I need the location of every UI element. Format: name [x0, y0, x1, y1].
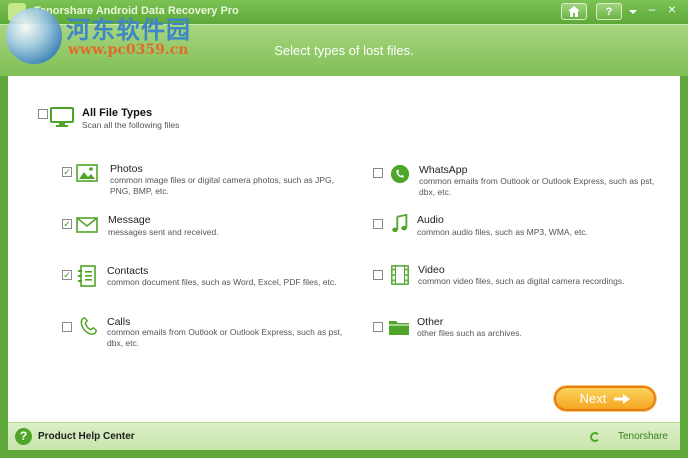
app-logo-icon: [8, 3, 26, 21]
help-icon: ?: [605, 5, 613, 18]
all-types-label: All File Types: [82, 107, 153, 119]
minimize-button[interactable]: –: [643, 2, 661, 16]
other-title: Other: [417, 316, 444, 328]
arrow-right-icon: [614, 393, 631, 404]
main-panel: All File Types Scan all the following fi…: [8, 76, 680, 422]
question-icon[interactable]: ?: [15, 428, 32, 445]
header-banner: Select types of lost files.: [0, 24, 688, 76]
video-checkbox[interactable]: [373, 270, 383, 280]
contacts-icon: [78, 265, 96, 287]
window-title: Tenorshare Android Data Recovery Pro: [34, 5, 239, 17]
close-button[interactable]: ×: [663, 1, 681, 17]
tenorshare-logo-icon: [590, 432, 600, 442]
brand-name: Tenorshare: [617, 431, 668, 442]
footer: ? Product Help Center Tenorshare: [8, 422, 680, 450]
monitor-icon: [50, 107, 74, 127]
whatsapp-title: WhatsApp: [419, 164, 468, 176]
product-help-center-link[interactable]: Product Help Center: [38, 431, 135, 442]
whatsapp-icon: [390, 164, 410, 184]
page-title: Select types of lost files.: [274, 43, 414, 58]
message-title: Message: [108, 214, 151, 226]
all-types-description: Scan all the following files: [82, 120, 180, 130]
message-checkbox[interactable]: ✓: [62, 219, 72, 229]
home-icon: [568, 6, 580, 17]
title-bar: Tenorshare Android Data Recovery Pro ? –…: [0, 0, 688, 24]
whatsapp-checkbox[interactable]: [373, 168, 383, 178]
calls-checkbox[interactable]: [62, 322, 72, 332]
photo-icon: [76, 164, 98, 182]
video-description: common video files, such as digital came…: [418, 276, 625, 286]
other-checkbox[interactable]: [373, 322, 383, 332]
calls-description: common emails from Outlook or Outlook Ex…: [107, 327, 343, 348]
folder-icon: [389, 321, 409, 335]
window-bottom-edge: [0, 450, 688, 458]
envelope-icon: [76, 217, 98, 233]
menu-button[interactable]: [628, 4, 640, 18]
message-description: messages sent and received.: [108, 227, 219, 237]
photos-description: common image files or digital camera pho…: [110, 175, 334, 196]
contacts-checkbox[interactable]: ✓: [62, 270, 72, 280]
contacts-description: common document files, such as Word, Exc…: [107, 277, 337, 287]
video-title: Video: [418, 264, 445, 276]
photos-checkbox[interactable]: ✓: [62, 167, 72, 177]
photos-title: Photos: [110, 163, 143, 175]
audio-description: common audio files, such as MP3, WMA, et…: [417, 227, 589, 237]
help-button[interactable]: ?: [596, 3, 622, 20]
other-description: other files such as archives.: [417, 328, 522, 338]
home-button[interactable]: [561, 3, 587, 20]
chevron-down-icon: [629, 10, 637, 14]
next-button[interactable]: Next: [554, 386, 656, 411]
all-types-checkbox[interactable]: [38, 109, 48, 119]
music-note-icon: [392, 214, 408, 233]
next-button-label: Next: [579, 391, 607, 406]
phone-icon: [80, 316, 98, 335]
audio-title: Audio: [417, 214, 444, 226]
film-icon: [391, 265, 409, 285]
contacts-title: Contacts: [107, 265, 149, 277]
audio-checkbox[interactable]: [373, 219, 383, 229]
whatsapp-description: common emails from Outlook or Outlook Ex…: [419, 176, 655, 197]
